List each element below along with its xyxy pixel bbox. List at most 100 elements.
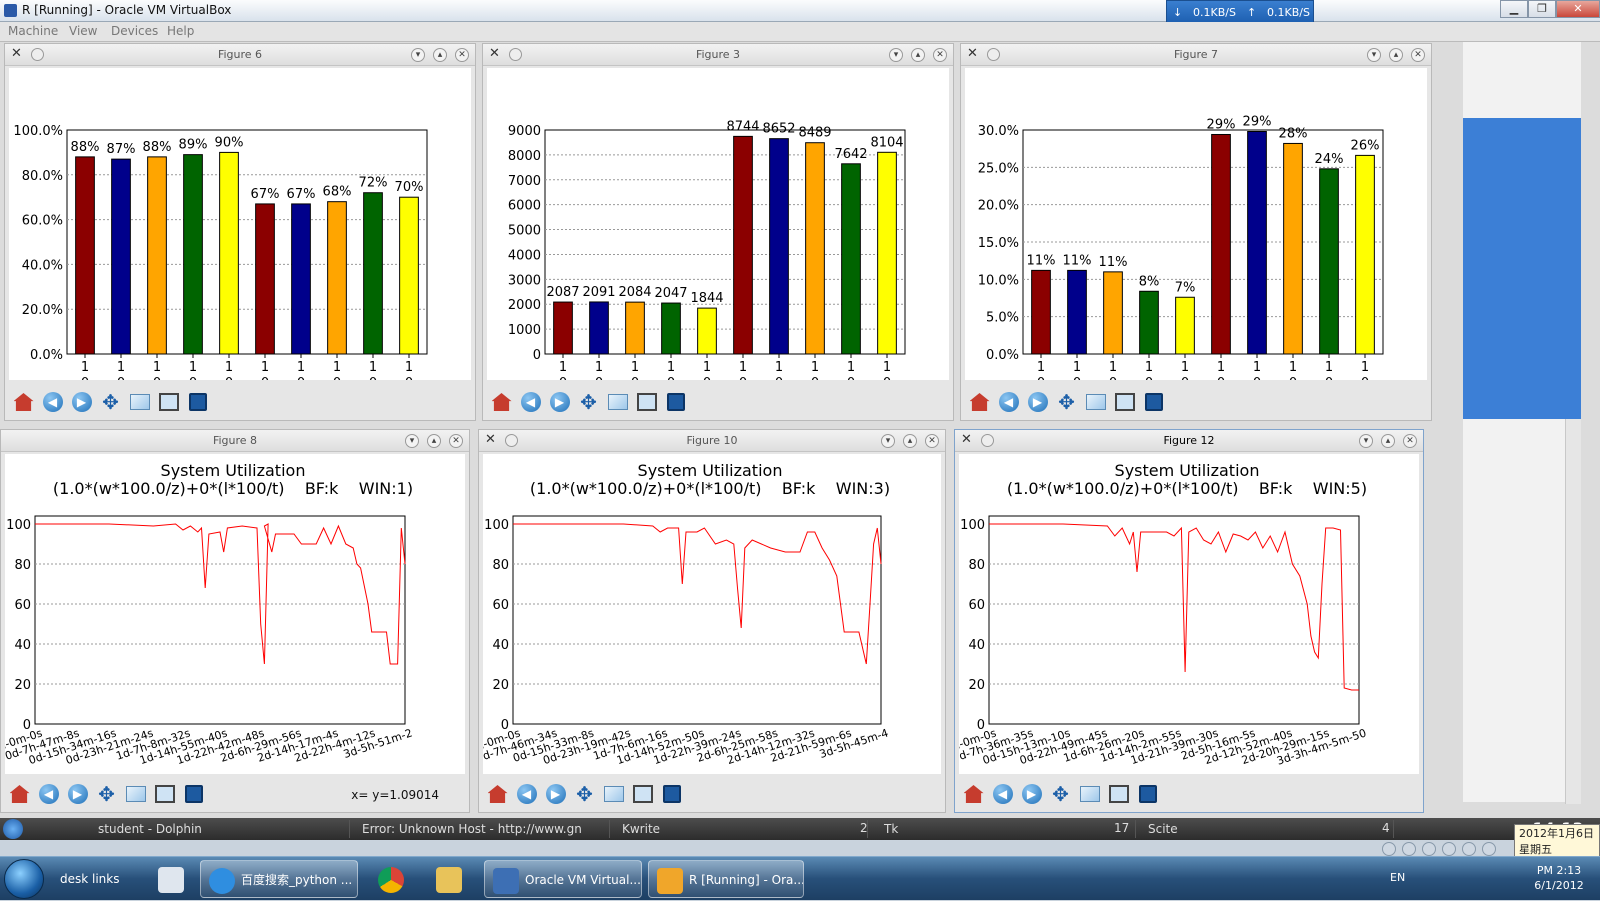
bar	[877, 151, 897, 355]
figure-titlebar[interactable]: ✕ Figure 10 ▾ ▴ ✕	[479, 430, 945, 452]
close-icon[interactable]: ✕	[1411, 48, 1425, 62]
pan-button[interactable]: ✥	[98, 390, 123, 415]
menu-help[interactable]: Help	[167, 24, 194, 38]
maximize-icon[interactable]: ▴	[903, 434, 917, 448]
close-icon[interactable]: ✕	[1403, 434, 1417, 448]
x-tick-label: 1	[883, 360, 891, 375]
save-figure-button[interactable]	[659, 782, 684, 807]
home-button[interactable]	[485, 782, 510, 807]
task-kwrite[interactable]: Kwrite	[618, 820, 868, 838]
home-button[interactable]	[961, 782, 986, 807]
minimize-icon[interactable]: ▾	[889, 48, 903, 62]
forward-button[interactable]: ▶	[69, 390, 94, 415]
subplots-button[interactable]	[156, 390, 181, 415]
subplots-icon	[158, 393, 179, 411]
zoom-button[interactable]	[123, 782, 148, 807]
menu-view[interactable]: View	[69, 24, 97, 38]
forward-button[interactable]: ▶	[1025, 390, 1050, 415]
task-dolphin[interactable]: student - Dolphin	[94, 820, 350, 838]
close-icon[interactable]: ✕	[449, 434, 463, 448]
maximize-icon[interactable]: ▴	[427, 434, 441, 448]
close-icon[interactable]: ✕	[925, 434, 939, 448]
minimize-icon[interactable]: ▾	[1359, 434, 1373, 448]
language-indicator[interactable]: EN	[1390, 871, 1405, 884]
taskbar-r-running[interactable]: R [Running] - Ora...	[648, 860, 804, 898]
task-scite[interactable]: Scite	[1144, 820, 1394, 838]
tray-icon[interactable]	[1442, 842, 1456, 856]
figure-titlebar[interactable]: ✕ Figure 6 ▾ ▴ ✕	[5, 44, 475, 66]
tray-icon[interactable]	[1462, 842, 1476, 856]
taskbar-chrome[interactable]	[370, 860, 412, 898]
maximize-icon[interactable]: ▴	[1389, 48, 1403, 62]
minimize-icon[interactable]: ▾	[1367, 48, 1381, 62]
back-button[interactable]: ◀	[518, 390, 543, 415]
figure-titlebar[interactable]: Figure 8 ▾ ▴ ✕	[1, 430, 469, 452]
figure-titlebar[interactable]: ✕ Figure 7 ▾ ▴ ✕	[961, 44, 1431, 66]
subplots-button[interactable]	[1112, 390, 1137, 415]
subplots-button[interactable]	[634, 390, 659, 415]
taskbar-explorer[interactable]	[428, 860, 472, 898]
menu-machine[interactable]: Machine	[8, 24, 58, 38]
zoom-button[interactable]	[1077, 782, 1102, 807]
zoom-button[interactable]	[1083, 390, 1108, 415]
home-button[interactable]	[7, 782, 32, 807]
figure-titlebar[interactable]: ✕ Figure 3 ▾ ▴ ✕	[483, 44, 953, 66]
back-button[interactable]: ◀	[36, 782, 61, 807]
pan-button[interactable]: ✥	[94, 782, 119, 807]
forward-button[interactable]: ▶	[65, 782, 90, 807]
pan-button[interactable]: ✥	[1054, 390, 1079, 415]
taskbar-calculator[interactable]	[150, 860, 188, 898]
back-button[interactable]: ◀	[996, 390, 1021, 415]
save-figure-button[interactable]	[663, 390, 688, 415]
start-button[interactable]	[4, 859, 44, 899]
save-figure-button[interactable]	[1135, 782, 1160, 807]
task-tk[interactable]: Tk	[880, 820, 1136, 838]
close-icon[interactable]: ✕	[455, 48, 469, 62]
save-figure-button[interactable]	[181, 782, 206, 807]
close-icon[interactable]: ✕	[933, 48, 947, 62]
home-button[interactable]	[967, 390, 992, 415]
home-button[interactable]	[11, 390, 36, 415]
menu-devices[interactable]: Devices	[111, 24, 158, 38]
minimize-icon[interactable]: ▾	[881, 434, 895, 448]
tray-icon[interactable]	[1482, 842, 1496, 856]
pan-button[interactable]: ✥	[1048, 782, 1073, 807]
save-figure-button[interactable]	[185, 390, 210, 415]
taskbar-clock[interactable]: PM 2:13 6/1/2012	[1526, 863, 1592, 893]
close-button[interactable]: ✕	[1556, 0, 1600, 18]
tray-icon[interactable]	[1382, 842, 1396, 856]
minimize-icon[interactable]: ▾	[411, 48, 425, 62]
figure-titlebar[interactable]: ✕ Figure 12 ▾ ▴ ✕	[955, 430, 1423, 452]
tray-icon[interactable]	[1402, 842, 1416, 856]
kde-menu-icon[interactable]	[3, 819, 23, 839]
maximize-icon[interactable]: ▴	[1381, 434, 1395, 448]
taskbar-desk-links[interactable]: desk links	[52, 860, 142, 898]
minimize-icon[interactable]: ▾	[405, 434, 419, 448]
home-button[interactable]	[489, 390, 514, 415]
maximize-button[interactable]: ❐	[1528, 0, 1556, 18]
subplots-button[interactable]	[152, 782, 177, 807]
save-figure-button[interactable]	[1141, 390, 1166, 415]
tray-icon[interactable]	[1422, 842, 1436, 856]
zoom-button[interactable]	[605, 390, 630, 415]
back-button[interactable]: ◀	[40, 390, 65, 415]
y-tick-label: 100	[484, 518, 509, 533]
forward-button[interactable]: ▶	[547, 390, 572, 415]
maximize-icon[interactable]: ▴	[433, 48, 447, 62]
maximize-icon[interactable]: ▴	[911, 48, 925, 62]
forward-button[interactable]: ▶	[543, 782, 568, 807]
subplots-button[interactable]	[1106, 782, 1131, 807]
vm-window-icon	[657, 867, 683, 894]
back-button[interactable]: ◀	[990, 782, 1015, 807]
subplots-button[interactable]	[630, 782, 655, 807]
zoom-button[interactable]	[601, 782, 626, 807]
taskbar-ie[interactable]: 百度搜索_python ...	[200, 860, 358, 898]
zoom-button[interactable]	[127, 390, 152, 415]
taskbar-virtualbox[interactable]: Oracle VM Virtual...	[484, 860, 642, 898]
back-button[interactable]: ◀	[514, 782, 539, 807]
task-browser-error[interactable]: Error: Unknown Host - http://www.gn	[358, 820, 610, 838]
pan-button[interactable]: ✥	[572, 782, 597, 807]
forward-button[interactable]: ▶	[1019, 782, 1044, 807]
pan-button[interactable]: ✥	[576, 390, 601, 415]
minimize-button[interactable]: ▁	[1500, 0, 1528, 18]
